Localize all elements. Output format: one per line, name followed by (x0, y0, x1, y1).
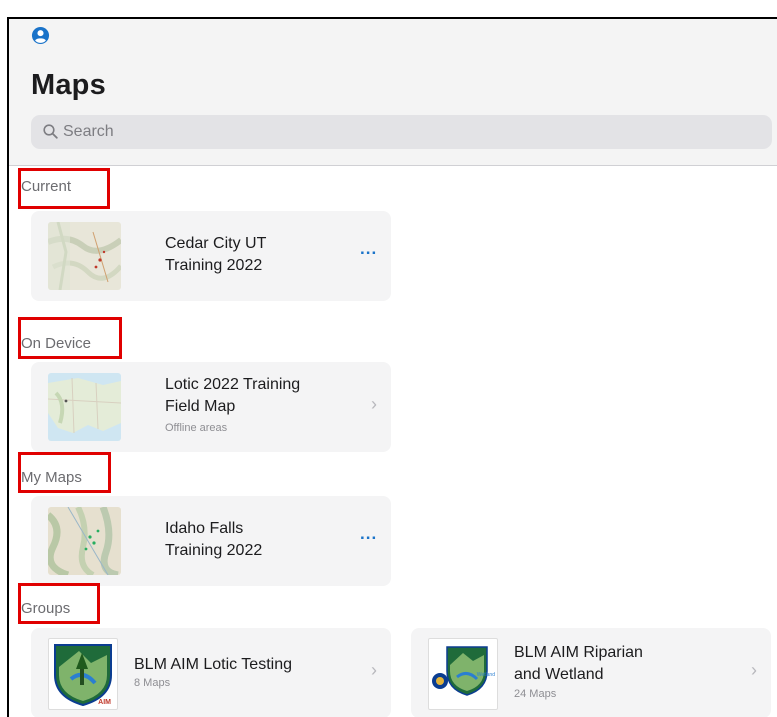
blm-aim-riparian-logo-icon: Wetland (428, 638, 498, 710)
logo-text: AIM (98, 699, 111, 706)
group-subtitle: 24 Maps (514, 688, 557, 700)
search-placeholder: Search (63, 123, 114, 140)
highlight-box-current (18, 168, 110, 209)
terrain-map-thumbnail-icon (48, 507, 121, 575)
map-card-lotic-field-map[interactable]: Lotic 2022 Training Field Map Offline ar… (31, 362, 391, 452)
map-title-line1: Cedar City UT (165, 235, 267, 252)
highlight-box-groups (18, 583, 100, 624)
search-icon (43, 124, 58, 139)
header: Maps Search (9, 19, 777, 165)
group-title-line1: BLM AIM Riparian (514, 644, 643, 661)
page-title: Maps (31, 69, 106, 101)
blm-aim-logo-icon: AIM (48, 638, 118, 710)
search-input[interactable]: Search (31, 115, 772, 149)
map-title-line2: Field Map (165, 398, 236, 415)
highlight-box-on-device (18, 317, 122, 359)
topo-map-thumbnail-icon (48, 222, 121, 290)
profile-icon[interactable] (31, 26, 50, 45)
more-options-button[interactable]: ... (360, 524, 377, 544)
group-card-riparian-wetland[interactable]: Wetland BLM AIM Riparian and Wetland 24 … (411, 628, 771, 717)
highlight-box-my-maps (18, 452, 111, 493)
group-title-line2: and Wetland (514, 666, 604, 683)
chevron-right-icon: › (371, 660, 377, 680)
group-title: BLM AIM Lotic Testing (134, 656, 292, 673)
more-options-button[interactable]: ... (360, 239, 377, 259)
map-card-cedar-city[interactable]: Cedar City UT Training 2022 ... (31, 211, 391, 301)
chevron-right-icon: › (751, 660, 757, 680)
map-subtitle: Offline areas (165, 422, 228, 434)
us-map-thumbnail-icon (48, 373, 121, 441)
maps-list: Current Cedar City UT Training 2022 ... (9, 166, 777, 717)
app-window: Maps Search Current Cedar City UT Traini… (7, 17, 777, 717)
map-title-line1: Lotic 2022 Training (165, 376, 301, 393)
chevron-right-icon: › (371, 394, 377, 414)
logo-text: Wetland (476, 672, 495, 678)
map-card-idaho-falls[interactable]: Idaho Falls Training 2022 ... (31, 496, 391, 586)
group-card-lotic-testing[interactable]: AIM BLM AIM Lotic Testing 8 Maps › (31, 628, 391, 717)
map-title-line1: Idaho Falls (165, 520, 244, 537)
map-title-line2: Training 2022 (165, 542, 263, 559)
group-subtitle: 8 Maps (134, 677, 171, 689)
map-title-line2: Training 2022 (165, 257, 263, 274)
